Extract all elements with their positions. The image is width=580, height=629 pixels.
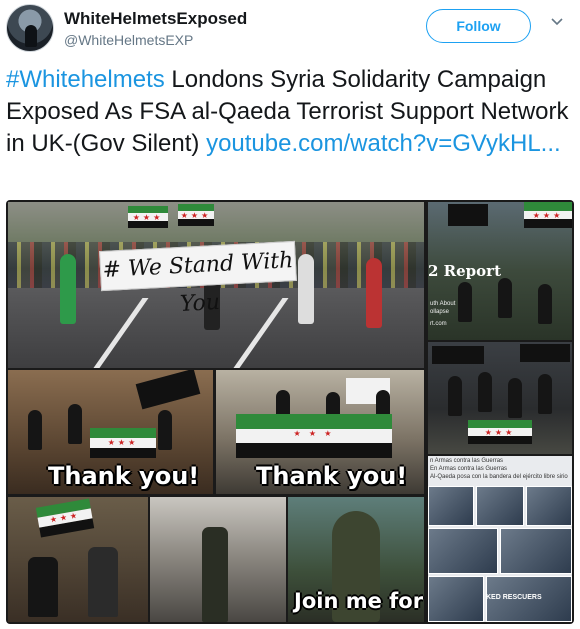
photo-street-fighter (150, 497, 286, 622)
tweet-text: #Whitehelmets Londons Syria Solidarity C… (6, 64, 574, 160)
report-sub-3: rt.com (430, 321, 447, 327)
user-handle[interactable]: @WhiteHelmetsEXP (64, 32, 193, 48)
doc-line-1: n Armas contra las Guerras (430, 458, 504, 464)
tweet-header: WhiteHelmetsExposed @WhiteHelmetsEXP Fol… (6, 4, 574, 56)
doc-line-2: En Armas contra las Guerras (430, 466, 508, 472)
rescuers-label: KED RESCUERS (486, 594, 542, 601)
photo-report: ★★★ 2 Report uth About ollapse rt.com (428, 202, 572, 340)
report-label: 2 Report (428, 262, 501, 280)
photo-rally: ★★★ ★★★ # We Stand With You (8, 202, 424, 368)
thank-you-text-1: Thank you! (48, 462, 200, 490)
photo-fighters-flag: ★★★ (8, 497, 148, 622)
avatar[interactable] (6, 4, 54, 52)
doc-line-3: Al-Qaeda posa con la bandera del ejércit… (430, 474, 568, 480)
follow-button[interactable]: Follow (426, 9, 531, 43)
tweet-link[interactable]: youtube.com/watch?v=GVykHL... (206, 130, 561, 157)
photo-document: n Armas contra las Guerras En Armas cont… (428, 456, 572, 622)
photo-fighters: ★★★ (428, 342, 572, 454)
user-name[interactable]: WhiteHelmetsExposed (64, 9, 247, 29)
thank-you-text-2: Thank you! (256, 462, 408, 490)
chevron-down-icon[interactable] (551, 16, 563, 28)
report-sub-1: uth About (430, 301, 456, 307)
photo-join-me: Join me for (288, 497, 424, 622)
photo-thank-you-1: ★★★ Thank you! (8, 370, 213, 494)
photo-thank-you-2: ★ ★ ★ Thank you! (216, 370, 424, 494)
media-collage[interactable]: ★★★ ★★★ # We Stand With You ★★★ 2 Report… (6, 200, 574, 624)
hashtag-link[interactable]: #Whitehelmets (6, 66, 165, 93)
join-me-text: Join me for (294, 589, 424, 613)
report-sub-2: ollapse (430, 309, 450, 315)
